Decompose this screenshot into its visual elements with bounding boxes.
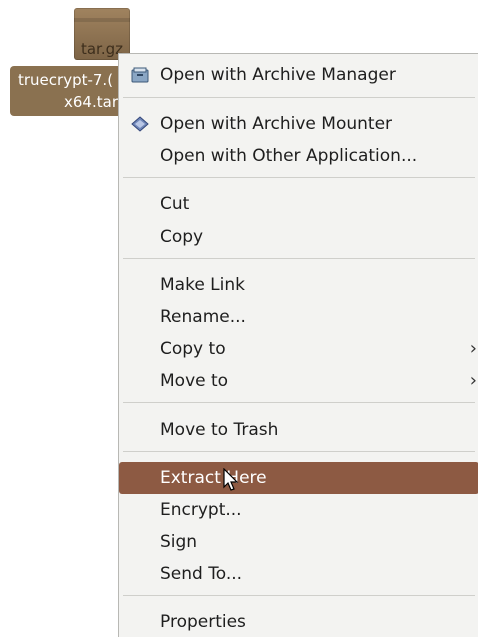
file-name-line-2: x64.tar — [64, 93, 118, 111]
menu-item-cut[interactable]: Cut — [119, 188, 478, 220]
menu-separator — [123, 451, 475, 452]
menu-item-open-other-application[interactable]: Open with Other Application... — [119, 140, 478, 172]
file-name-label[interactable]: truecrypt-7.( x64.tar — [10, 66, 122, 116]
menu-item-label: Encrypt... — [160, 500, 242, 520]
menu-item-label: Move to Trash — [160, 420, 279, 440]
menu-item-label: Properties — [160, 612, 246, 632]
menu-separator — [123, 97, 475, 98]
menu-item-extract-here[interactable]: Extract Here — [119, 462, 478, 494]
menu-item-label: Copy — [160, 227, 204, 247]
menu-item-properties[interactable]: Properties — [119, 606, 478, 638]
menu-item-label: Move to — [160, 371, 229, 391]
menu-item-label: Extract Here — [160, 468, 267, 488]
menu-item-label: Send To... — [160, 564, 243, 584]
menu-item-send-to[interactable]: Send To... — [119, 558, 478, 590]
menu-item-sign[interactable]: Sign — [119, 526, 478, 558]
menu-item-label: Copy to — [160, 339, 226, 359]
menu-item-label: Make Link — [160, 275, 245, 295]
menu-item-copy-to[interactable]: Copy to › — [119, 333, 478, 365]
menu-separator — [123, 258, 475, 259]
menu-separator — [123, 177, 475, 178]
package-tape — [74, 18, 130, 22]
menu-item-copy[interactable]: Copy — [119, 221, 478, 253]
menu-item-make-link[interactable]: Make Link — [119, 269, 478, 301]
archive-mounter-icon — [131, 116, 149, 132]
file-name-line-1: truecrypt-7.( — [18, 71, 114, 89]
menu-item-move-to[interactable]: Move to › — [119, 365, 478, 397]
menu-item-label: Sign — [160, 532, 198, 552]
mouse-pointer-icon — [223, 468, 239, 491]
menu-item-label: Open with Other Application... — [160, 146, 418, 166]
context-menu: Open with Archive Manager Open with Arch… — [118, 53, 478, 637]
chevron-right-icon: › — [469, 338, 477, 359]
menu-item-label: Open with Archive Manager — [160, 65, 396, 85]
menu-item-open-archive-manager[interactable]: Open with Archive Manager — [119, 59, 478, 91]
archive-manager-icon — [131, 67, 149, 83]
menu-item-move-to-trash[interactable]: Move to Trash — [119, 414, 478, 446]
menu-separator — [123, 402, 475, 403]
chevron-right-icon: › — [469, 370, 477, 391]
menu-item-rename[interactable]: Rename... — [119, 301, 478, 333]
menu-separator — [123, 595, 475, 596]
menu-item-label: Open with Archive Mounter — [160, 114, 393, 134]
menu-item-open-archive-mounter[interactable]: Open with Archive Mounter — [119, 108, 478, 140]
menu-item-label: Rename... — [160, 307, 246, 327]
menu-item-encrypt[interactable]: Encrypt... — [119, 494, 478, 526]
menu-item-label: Cut — [160, 194, 190, 214]
